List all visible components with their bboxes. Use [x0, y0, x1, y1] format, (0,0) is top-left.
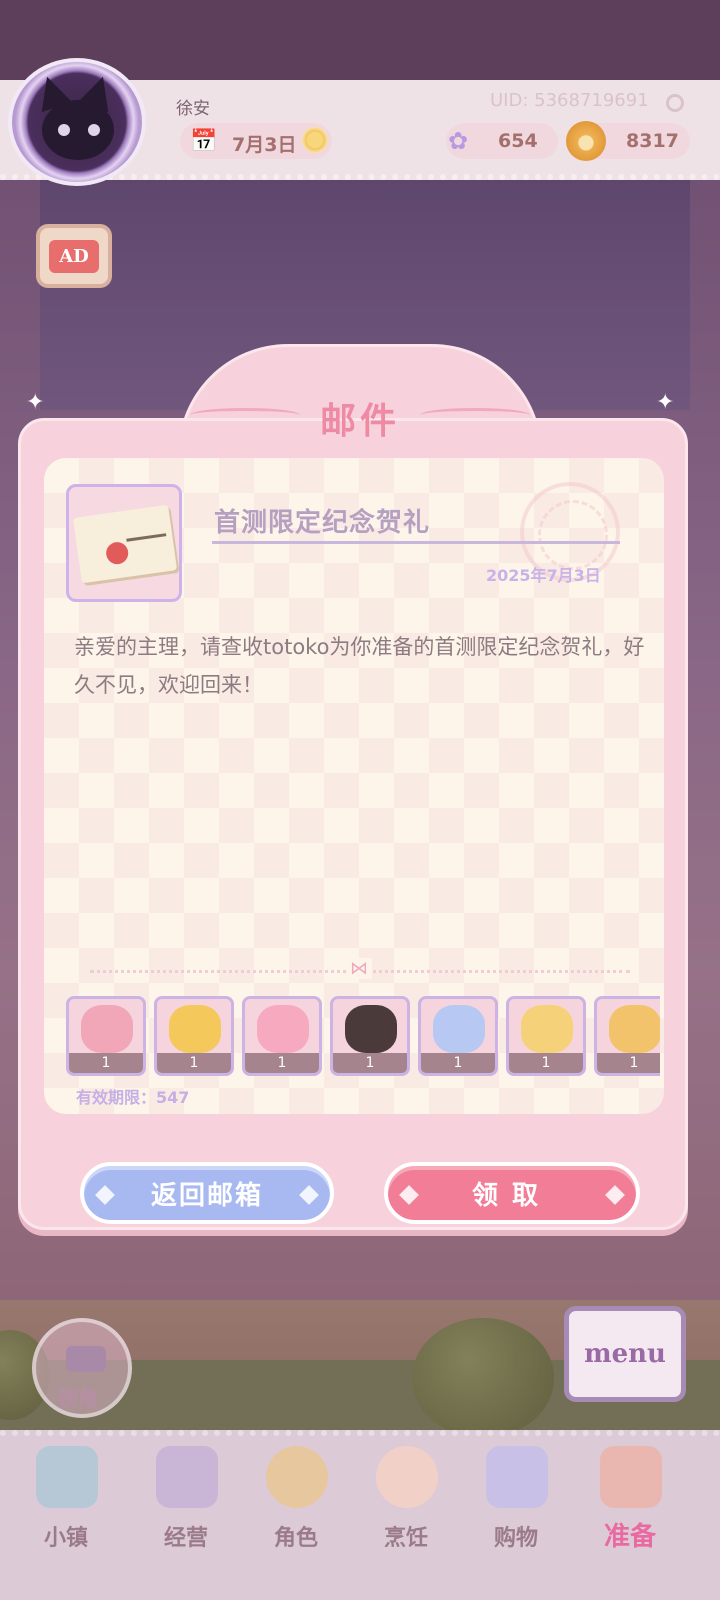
- character-icon: [266, 1446, 328, 1508]
- nav-label: 小镇: [43, 1526, 88, 1551]
- coin-icon: ●: [566, 121, 606, 161]
- coin-value: 8317: [626, 130, 679, 152]
- cake-icon: [376, 1446, 438, 1508]
- player-uid: UID: 5368719691: [490, 90, 649, 111]
- validity-label: 有效期限：: [76, 1088, 157, 1107]
- claim-button[interactable]: 领取: [384, 1162, 640, 1224]
- diamond-icon: [299, 1185, 319, 1205]
- reward-art: [169, 1005, 221, 1053]
- diamond-icon: [605, 1185, 625, 1205]
- reward-item[interactable]: 1: [154, 996, 234, 1076]
- dialog-title: 邮件: [319, 401, 400, 442]
- nav-item-prepare[interactable]: 准备: [582, 1446, 678, 1556]
- nav-item-town[interactable]: 小镇: [18, 1446, 114, 1556]
- reward-count: 1: [421, 1053, 495, 1073]
- copy-icon[interactable]: [666, 94, 684, 112]
- sparkle-icon: ✦: [26, 390, 45, 415]
- gem-counter[interactable]: ✿ 654: [446, 123, 558, 159]
- mail-subject: 首测限定纪念贺礼: [214, 508, 431, 538]
- view-button-label: 视角: [58, 1386, 98, 1410]
- back-to-mailbox-button[interactable]: 返回邮箱: [80, 1162, 334, 1224]
- date-display: 📅 7月3日: [180, 123, 332, 159]
- gem-value: 654: [498, 130, 538, 152]
- shopping-bag-icon: [486, 1446, 548, 1508]
- reward-count: 1: [245, 1053, 319, 1073]
- nav-label: 准备: [603, 1522, 656, 1552]
- envelope-icon: [72, 504, 178, 584]
- reward-count: 1: [69, 1053, 143, 1073]
- reward-item[interactable]: 1: [506, 996, 586, 1076]
- bow-icon: ⋈: [346, 958, 372, 979]
- validity-value: 547: [156, 1088, 190, 1107]
- nav-label: 烹饪: [383, 1526, 428, 1551]
- player-name: 徐安: [176, 99, 210, 119]
- nav-label: 经营: [163, 1526, 208, 1551]
- picnic-basket-icon: [600, 1446, 662, 1508]
- reward-art: [257, 1005, 309, 1053]
- reward-art: [345, 1005, 397, 1053]
- nav-label: 购物: [493, 1526, 538, 1551]
- reward-count: 1: [157, 1053, 231, 1073]
- reward-item[interactable]: 1: [594, 996, 660, 1076]
- date-value: 7月3日: [232, 134, 297, 156]
- reward-item[interactable]: 1: [66, 996, 146, 1076]
- nav-item-character[interactable]: 角色: [248, 1446, 344, 1556]
- reward-item[interactable]: 1: [330, 996, 410, 1076]
- subject-underline: [212, 541, 620, 544]
- nav-item-cooking[interactable]: 烹饪: [358, 1446, 454, 1556]
- calendar-icon: 📅: [190, 128, 218, 154]
- camera-view-button[interactable]: 视角: [32, 1318, 132, 1418]
- flower-gem-icon: ✿: [447, 127, 469, 155]
- nav-label: 角色: [273, 1526, 318, 1551]
- diamond-icon: [95, 1185, 115, 1205]
- cat-eye: [58, 124, 70, 136]
- sun-icon: [302, 127, 328, 153]
- mail-date: 2025年7月3日: [486, 566, 601, 585]
- player-avatar[interactable]: [8, 58, 146, 186]
- claim-button-label: 领取: [471, 1180, 552, 1211]
- reward-art: [81, 1005, 133, 1053]
- sparkle-icon: ✦: [656, 390, 675, 415]
- nav-item-shopping[interactable]: 购物: [468, 1446, 564, 1556]
- menu-book-button[interactable]: menu: [564, 1306, 686, 1402]
- mail-thumbnail: [66, 484, 182, 602]
- reward-item[interactable]: 1: [242, 996, 322, 1076]
- shop-bag-icon: [156, 1446, 218, 1508]
- reward-count: 1: [597, 1053, 660, 1073]
- cat-face: [42, 100, 114, 160]
- reward-art: [521, 1005, 573, 1053]
- reward-art: [609, 1005, 660, 1053]
- back-button-label: 返回邮箱: [150, 1180, 263, 1211]
- menu-label: menu: [584, 1339, 666, 1369]
- reward-count: 1: [509, 1053, 583, 1073]
- heart-seal-icon: [104, 540, 130, 566]
- nav-item-business[interactable]: 经营: [138, 1446, 234, 1556]
- ad-label: AD: [49, 239, 99, 273]
- reward-count: 1: [333, 1053, 407, 1073]
- reward-art: [433, 1005, 485, 1053]
- map-icon: [36, 1446, 98, 1508]
- camera-icon: [66, 1346, 106, 1372]
- reward-list[interactable]: 1 1 1 1 1 1 1: [66, 996, 660, 1078]
- diamond-icon: [399, 1185, 419, 1205]
- envelope-line: [126, 533, 167, 542]
- ad-tv-button[interactable]: AD: [36, 224, 112, 288]
- mail-body: 亲爱的主理，请查收totoko为你准备的首测限定纪念贺礼，好久不见，欢迎回来！: [74, 635, 645, 697]
- cat-eye: [88, 124, 100, 136]
- reward-item[interactable]: 1: [418, 996, 498, 1076]
- coin-counter[interactable]: ● 8317: [566, 121, 690, 161]
- validity-text: 有效期限：547: [76, 1084, 189, 1108]
